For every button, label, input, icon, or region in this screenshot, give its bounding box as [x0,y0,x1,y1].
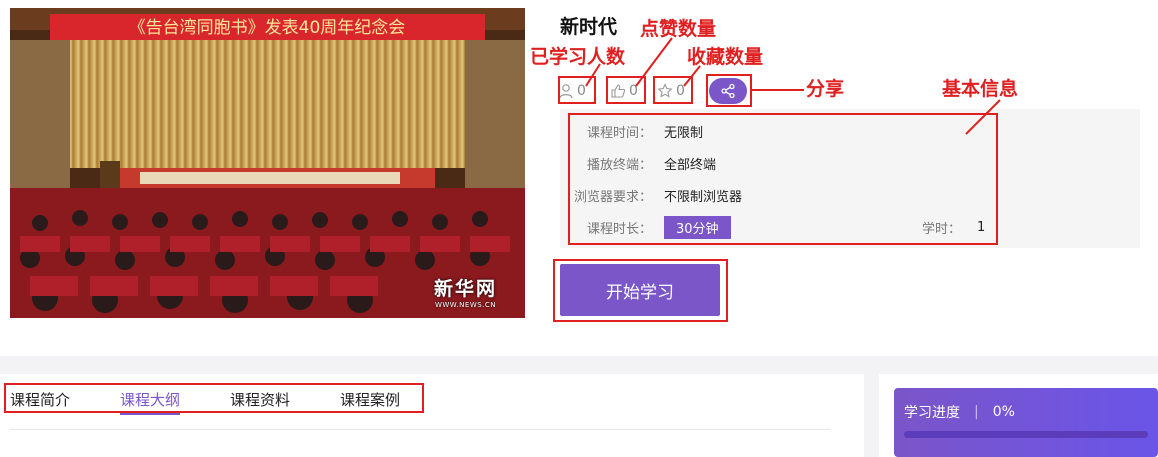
tab-cases[interactable]: 课程案例 [340,386,400,415]
hours-value: 1 [977,219,986,235]
tab-materials[interactable]: 课程资料 [230,386,290,415]
start-learning-button[interactable]: 开始学习 [560,264,720,316]
star-icon [657,83,673,98]
watermark-logo: 新华网 WWW.NEWS.CN [434,274,497,309]
progress-label: 学习进度 [904,405,960,421]
watermark-main: 新华网 [434,278,498,300]
progress-box [894,388,1158,457]
tab-outline[interactable]: 课程大纲 [120,386,181,415]
duration-badge: 30分钟 [664,215,731,239]
info-row-terminal: 播放终端： 全部终端 [560,153,716,173]
likes-value: 0 [629,83,638,99]
terminal-value: 全部终端 [664,157,717,173]
info-row-time: 课程时间： 无限制 [560,121,703,141]
hours-label: 学时： [922,221,962,237]
tabs-divider [10,429,830,430]
favorite-button[interactable]: 0 [657,80,685,102]
info-row-hours: 学时： 1 [922,217,985,237]
annotation-label-likes: 点赞数量 [640,18,717,40]
share-icon [721,83,735,99]
info-row-browser: 浏览器要求： 不限制浏览器 [560,185,742,205]
leader-line-likes [635,37,673,87]
annotation-label-favorites: 收藏数量 [687,46,764,68]
favorites-value: 0 [676,83,685,99]
like-button[interactable]: 0 [610,80,638,102]
browser-label: 浏览器要求： [573,189,652,205]
annotation-label-info: 基本信息 [942,78,1019,100]
progress-separator: | [974,404,979,420]
progress-value: 0% [992,404,1015,420]
time-label: 课程时间： [586,125,652,141]
tab-intro[interactable]: 课程简介 [10,386,70,415]
annotation-label-learners: 已学习人数 [530,46,626,68]
annotation-label-share: 分享 [806,78,845,100]
leader-line-favorites [683,65,701,87]
learners-count: 0 [558,80,586,102]
course-tabs: 课程简介 课程大纲 课程资料 课程案例 [10,386,450,415]
course-cover-image: 《告台湾同胞书》发表40周年纪念会 新华网 WWW.NEWS.CN [10,8,525,318]
progress-header: 学习进度 | 0% [904,402,1015,422]
share-button[interactable] [709,78,747,104]
time-value: 无限制 [664,125,704,141]
user-icon [559,84,573,99]
browser-value: 不限制浏览器 [664,189,743,205]
learners-value: 0 [577,83,586,99]
duration-label: 课程时长： [586,221,652,237]
banner-text: 《告台湾同胞书》发表40周年纪念会 [129,17,406,38]
terminal-label: 播放终端： [586,157,652,173]
course-title: 新时代 [560,16,618,38]
watermark-sub: WWW.NEWS.CN [434,301,497,309]
thumbs-up-icon [611,84,626,98]
info-row-duration: 课程时长： 30分钟 [560,215,731,239]
progress-bar [904,431,1148,438]
auditorium-photo: 《告台湾同胞书》发表40周年纪念会 [10,8,525,318]
